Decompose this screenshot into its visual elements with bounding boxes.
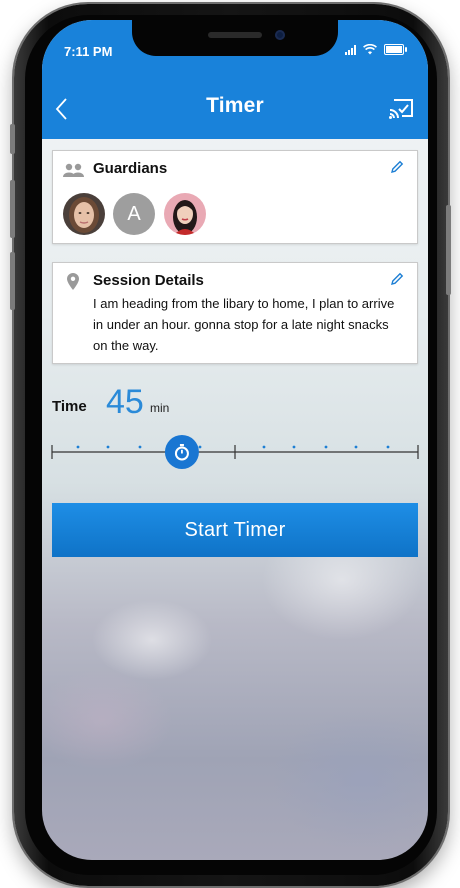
slider-dot bbox=[76, 445, 80, 449]
session-description: I am heading from the libary to home, I … bbox=[93, 296, 395, 353]
avatar[interactable] bbox=[164, 193, 206, 235]
guardians-title: Guardians bbox=[93, 160, 168, 177]
pencil-icon[interactable] bbox=[389, 271, 405, 287]
guardians-card: Guardians A bbox=[52, 150, 418, 244]
wifi-icon bbox=[363, 44, 377, 55]
slider-dot bbox=[324, 445, 328, 449]
guardian-photo-3 bbox=[164, 193, 206, 235]
speaker bbox=[208, 32, 262, 38]
battery-icon bbox=[384, 44, 407, 55]
volume-up-button bbox=[10, 180, 15, 238]
time-slider[interactable] bbox=[50, 434, 420, 470]
time-unit: min bbox=[150, 401, 170, 415]
start-timer-button[interactable]: Start Timer bbox=[52, 503, 418, 557]
status-icons bbox=[345, 44, 407, 55]
slider-dot bbox=[262, 445, 266, 449]
guardian-photo-1 bbox=[63, 193, 105, 235]
front-camera bbox=[275, 30, 285, 40]
slider-dot bbox=[198, 445, 202, 449]
cast-check-icon bbox=[389, 99, 413, 119]
mute-switch bbox=[10, 124, 15, 154]
group-icon bbox=[63, 163, 84, 177]
page-title: Timer bbox=[206, 94, 264, 117]
time-label: Time bbox=[52, 398, 87, 415]
session-details-card: Session Details I am heading from the li… bbox=[52, 262, 418, 364]
avatar-initial-text: A bbox=[127, 203, 141, 225]
volume-down-button bbox=[10, 252, 15, 310]
time-value: 45 bbox=[106, 383, 144, 421]
slider-dot bbox=[138, 445, 142, 449]
pencil-icon[interactable] bbox=[389, 159, 405, 175]
notch bbox=[132, 20, 338, 56]
avatar[interactable] bbox=[63, 193, 105, 235]
slider-thumb[interactable] bbox=[164, 435, 199, 469]
status-time: 7:11 PM bbox=[64, 44, 113, 59]
signal-icon bbox=[345, 44, 356, 55]
session-details-title: Session Details bbox=[93, 272, 204, 289]
slider-dot bbox=[386, 445, 390, 449]
cast-check-button[interactable] bbox=[386, 96, 416, 122]
avatar-initial[interactable]: A bbox=[113, 193, 155, 235]
slider-dot bbox=[292, 445, 296, 449]
power-button bbox=[446, 205, 451, 295]
slider-dot bbox=[354, 445, 358, 449]
slider-dot bbox=[106, 445, 110, 449]
location-pin-icon bbox=[67, 273, 79, 290]
screen: 7:11 PM Timer Guardians A Session Detail… bbox=[42, 20, 428, 860]
